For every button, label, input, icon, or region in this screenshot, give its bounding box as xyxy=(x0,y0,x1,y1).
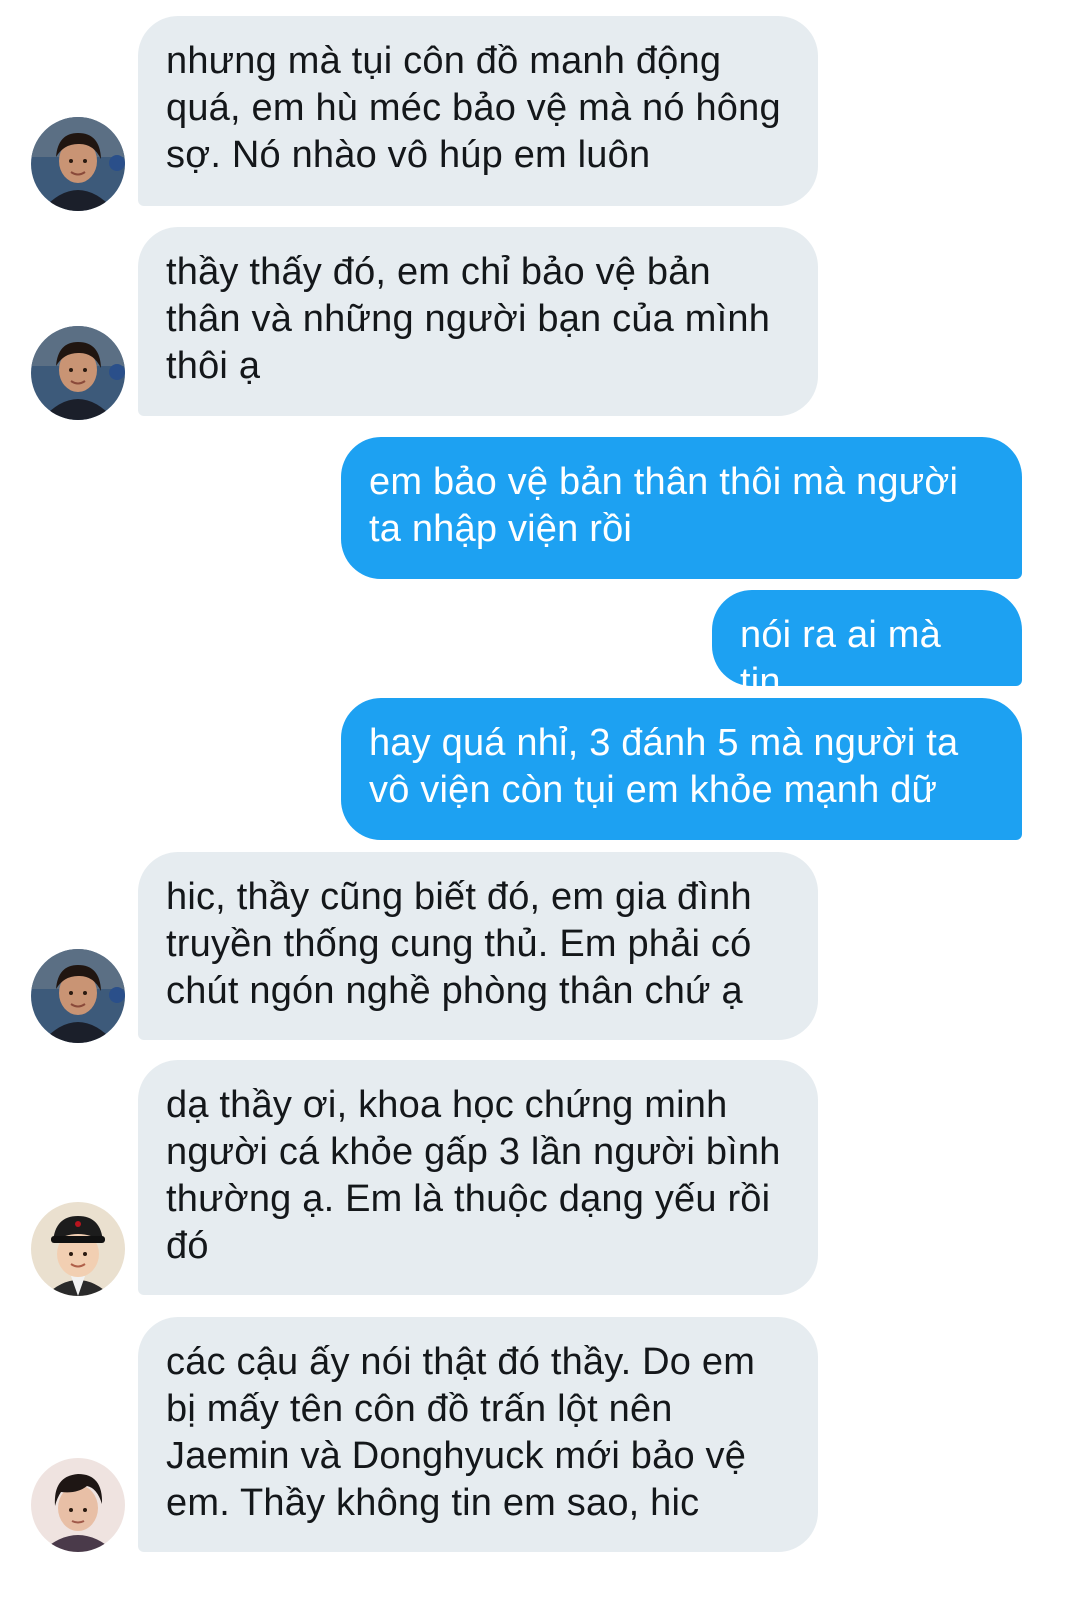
message-bubble[interactable]: dạ thầy ơi, khoa học chứng minh người cá… xyxy=(138,1060,818,1295)
message-bubble[interactable]: hic, thầy cũng biết đó, em gia đình truy… xyxy=(138,852,818,1040)
message-bubble[interactable]: hay quá nhỉ, 3 đánh 5 mà người ta vô việ… xyxy=(341,698,1022,840)
boy-portrait-avatar[interactable] xyxy=(31,949,125,1043)
message-bubble[interactable]: nhưng mà tụi côn đồ manh động quá, em hù… xyxy=(138,16,818,206)
message-bubble[interactable]: nói ra ai mà tin xyxy=(712,590,1022,703)
message-bubble[interactable]: thầy thấy đó, em chỉ bảo vệ bản thân và … xyxy=(138,227,818,416)
young-man-avatar[interactable] xyxy=(31,1458,125,1552)
child-hat-avatar[interactable] xyxy=(31,1202,125,1296)
message-bubble[interactable]: em bảo vệ bản thân thôi mà người ta nhập… xyxy=(341,437,1022,579)
boy-portrait-avatar[interactable] xyxy=(31,117,125,211)
message-bubble[interactable]: các cậu ấy nói thật đó thầy. Do em bị mấ… xyxy=(138,1317,818,1552)
boy-portrait-avatar[interactable] xyxy=(31,326,125,420)
conversation-thread: nhưng mà tụi côn đồ manh động quá, em hù… xyxy=(0,0,1080,1609)
